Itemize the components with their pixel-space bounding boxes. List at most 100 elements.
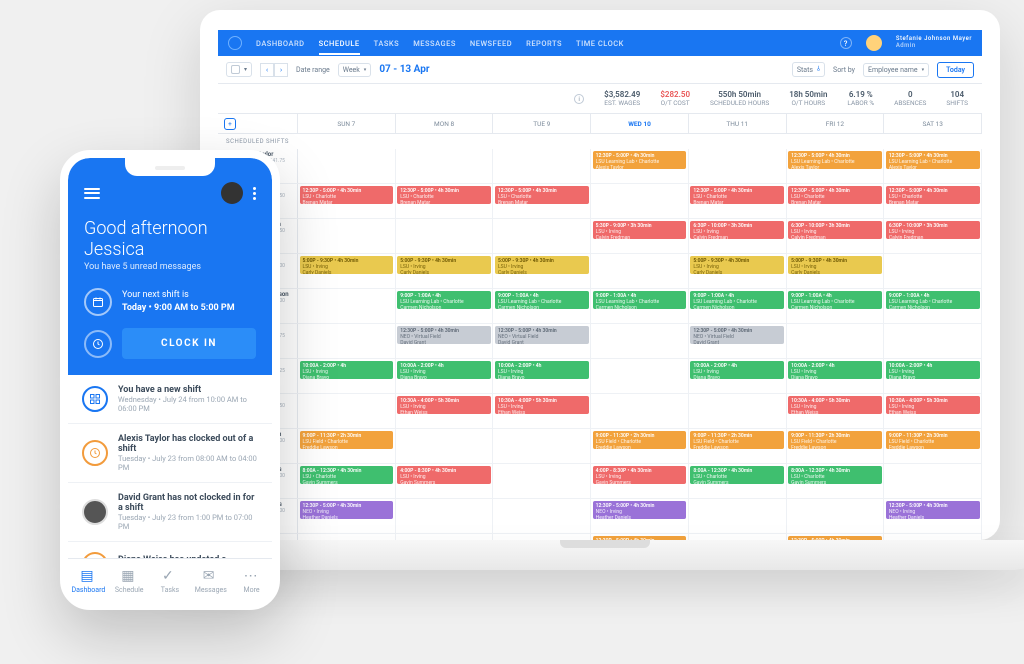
shift-block[interactable]: 10:00A - 2:00P • 4hLSU • IrvingDiana Bra…	[397, 361, 491, 379]
schedule-cell[interactable]	[591, 394, 689, 428]
schedule-cell[interactable]	[591, 254, 689, 288]
shift-block[interactable]: 12:30P - 5:00P • 4h 30minNEO • IrvingHea…	[886, 501, 980, 519]
shift-block[interactable]: 5:00P - 9:30P • 4h 30minLSU • IrvingCarl…	[495, 256, 589, 274]
add-employee-button[interactable]: +	[224, 118, 236, 130]
shift-block[interactable]: 10:30A - 4:00P • 5h 30minLSU • IrvingEth…	[495, 396, 589, 414]
schedule-cell[interactable]	[689, 394, 787, 428]
schedule-cell[interactable]: 10:30A - 4:00P • 5h 30minLSU • IrvingEth…	[493, 394, 591, 428]
schedule-cell[interactable]: 6:30P - 10:00P • 3h 30minLSU • IrvingCal…	[884, 219, 982, 253]
schedule-cell[interactable]: 12:30P - 5:00P • 4h 30minNEO • IrvingHea…	[298, 499, 396, 533]
shift-block[interactable]: 8:00A - 12:30P • 4h 30minLSU • Charlotte…	[300, 466, 394, 484]
range-select[interactable]: Week▾	[338, 63, 372, 77]
schedule-cell[interactable]: 12:30P - 5:00P • 4h 30minLSU Learning La…	[591, 149, 689, 183]
schedule-cell[interactable]: 9:00P - 1:00A • 4hLSU Learning Lab • Cha…	[884, 289, 982, 323]
schedule-cell[interactable]: 5:00P - 9:30P • 4h 30minLSU • IrvingCarl…	[689, 254, 787, 288]
schedule-cell[interactable]	[298, 394, 396, 428]
nav-tasks[interactable]: TASKS	[374, 39, 400, 48]
schedule-cell[interactable]	[884, 324, 982, 358]
schedule-cell[interactable]: 10:30A - 4:00P • 5h 30minLSU • IrvingEth…	[396, 394, 494, 428]
shift-block[interactable]: 9:00P - 1:00A • 4hLSU Learning Lab • Cha…	[593, 291, 687, 309]
shift-block[interactable]: 9:00P - 1:00A • 4hLSU Learning Lab • Cha…	[495, 291, 589, 309]
schedule-cell[interactable]	[591, 324, 689, 358]
shift-block[interactable]: 6:30P - 10:00P • 3h 30minLSU • IrvingCal…	[788, 221, 882, 239]
shift-block[interactable]: 10:00A - 2:00P • 4hLSU • IrvingDiana Bra…	[300, 361, 394, 379]
shift-block[interactable]: 12:30P - 5:00P • 4h 30minLSU • Charlotte…	[397, 186, 491, 204]
shift-block[interactable]: 9:00P - 11:30P • 2h 30minLSU Field • Cha…	[300, 431, 394, 449]
day-header[interactable]: MON 8	[396, 114, 494, 133]
menu-icon[interactable]	[84, 188, 100, 199]
shift-block[interactable]: 10:00A - 2:00P • 4hLSU • IrvingDiana Bra…	[690, 361, 784, 379]
tab-tasks[interactable]: ✓Tasks	[150, 559, 191, 602]
schedule-cell[interactable]: 12:30P - 5:00P • 4h 30minLSU • Charlotte…	[298, 184, 396, 218]
schedule-cell[interactable]: 10:00A - 2:00P • 4hLSU • IrvingDiana Bra…	[689, 359, 787, 393]
select-all-checkbox[interactable]: ▾	[226, 62, 252, 77]
schedule-cell[interactable]	[787, 324, 885, 358]
schedule-cell[interactable]: 6:30P - 10:00P • 3h 30minLSU • IrvingCal…	[689, 219, 787, 253]
tab-messages[interactable]: ✉Messages	[190, 559, 231, 602]
shift-block[interactable]: 12:30P - 5:00P • 4h 30minLSU • Charlotte…	[300, 186, 394, 204]
schedule-cell[interactable]: 10:00A - 2:00P • 4hLSU • IrvingDiana Bra…	[298, 359, 396, 393]
schedule-cell[interactable]: 12:30P - 5:00P • 4h 30minNEO • IrvingHea…	[884, 499, 982, 533]
schedule-cell[interactable]: 9:00P - 1:00A • 4hLSU Learning Lab • Cha…	[787, 289, 885, 323]
schedule-cell[interactable]: 12:30P - 5:00P • 4h 30minNEO • Virtual F…	[493, 324, 591, 358]
schedule-cell[interactable]: 5:00P - 9:30P • 4h 30minLSU • IrvingCarl…	[787, 254, 885, 288]
tab-dashboard[interactable]: ▤Dashboard	[68, 559, 109, 602]
schedule-cell[interactable]	[396, 149, 494, 183]
schedule-cell[interactable]	[689, 149, 787, 183]
shift-block[interactable]: 12:30P - 5:00P • 4h 30minLSU • Charlotte…	[788, 186, 882, 204]
nav-reports[interactable]: REPORTS	[526, 39, 562, 48]
user-avatar[interactable]	[866, 35, 882, 51]
day-header[interactable]: TUE 9	[493, 114, 591, 133]
shift-block[interactable]: 5:00P - 9:30P • 4h 30minLSU • IrvingCarl…	[788, 256, 882, 274]
profile-avatar[interactable]	[221, 182, 243, 204]
schedule-cell[interactable]: 9:00P - 1:00A • 4hLSU Learning Lab • Cha…	[689, 289, 787, 323]
schedule-cell[interactable]: 12:30P - 5:00P • 4h 30minLSU • Charlotte…	[493, 184, 591, 218]
shift-block[interactable]: 9:00P - 1:00A • 4hLSU Learning Lab • Cha…	[788, 291, 882, 309]
shift-block[interactable]: 12:30P - 5:00P • 4h 30minNEO • IrvingHea…	[593, 501, 687, 519]
schedule-cell[interactable]: 9:00P - 11:30P • 2h 30minLSU Field • Cha…	[787, 429, 885, 463]
schedule-cell[interactable]	[396, 219, 494, 253]
schedule-cell[interactable]	[493, 464, 591, 498]
schedule-cell[interactable]	[396, 499, 494, 533]
prev-range-button[interactable]: ‹	[260, 63, 274, 77]
shift-block[interactable]: 12:30P - 5:00P • 4h 30minNEO • Virtual F…	[397, 326, 491, 344]
schedule-cell[interactable]	[298, 149, 396, 183]
shift-block[interactable]: 5:00P - 9:30P • 4h 30minLSU • IrvingCarl…	[300, 256, 394, 274]
shift-block[interactable]: 6:30P - 10:00P • 3h 30minLSU • IrvingCal…	[690, 221, 784, 239]
schedule-cell[interactable]: 9:00P - 1:00A • 4hLSU Learning Lab • Cha…	[591, 289, 689, 323]
schedule-cell[interactable]: 4:00P - 8:30P • 4h 30minLSU • IrvingGavi…	[591, 464, 689, 498]
schedule-cell[interactable]: 9:00P - 11:30P • 2h 30minLSU Field • Cha…	[884, 429, 982, 463]
more-icon[interactable]	[253, 187, 256, 200]
shift-block[interactable]: 12:30P - 5:00P • 4h 30minNEO • IrvingHea…	[300, 501, 394, 519]
feed-item[interactable]: Diana Weiss has updated a timesheet	[68, 542, 272, 558]
shift-block[interactable]: 9:00P - 1:00A • 4hLSU Learning Lab • Cha…	[886, 291, 980, 309]
shift-block[interactable]: 8:00A - 12:30P • 4h 30minLSU • Charlotte…	[788, 466, 882, 484]
nav-time-clock[interactable]: TIME CLOCK	[576, 39, 624, 48]
shift-block[interactable]: 12:30P - 5:00P • 4h 30minLSU Learning La…	[886, 151, 980, 169]
schedule-cell[interactable]: 9:00P - 11:30P • 2h 30minLSU Field • Cha…	[591, 429, 689, 463]
schedule-cell[interactable]	[298, 289, 396, 323]
schedule-cell[interactable]	[884, 254, 982, 288]
schedule-cell[interactable]: 12:30P - 5:00P • 4h 30minNEO • Virtual F…	[396, 324, 494, 358]
shift-block[interactable]: 9:00P - 1:00A • 4hLSU Learning Lab • Cha…	[690, 291, 784, 309]
day-header[interactable]: THU 11	[689, 114, 787, 133]
schedule-cell[interactable]: 8:00A - 12:30P • 4h 30minLSU • Charlotte…	[298, 464, 396, 498]
nav-messages[interactable]: MESSAGES	[413, 39, 456, 48]
shift-block[interactable]: 4:00P - 8:30P • 4h 30minLSU • IrvingGavi…	[397, 466, 491, 484]
schedule-cell[interactable]: 10:00A - 2:00P • 4hLSU • IrvingDiana Bra…	[884, 359, 982, 393]
shift-block[interactable]: 9:00P - 11:30P • 2h 30minLSU Field • Cha…	[593, 431, 687, 449]
shift-block[interactable]: 10:30A - 4:00P • 5h 30minLSU • IrvingEth…	[886, 396, 980, 414]
schedule-cell[interactable]	[396, 429, 494, 463]
tab-more[interactable]: ⋯More	[231, 559, 272, 602]
day-header[interactable]: WED 10	[591, 114, 689, 133]
nav-dashboard[interactable]: DASHBOARD	[256, 39, 305, 48]
schedule-cell[interactable]: 10:30A - 4:00P • 5h 30minLSU • IrvingEth…	[787, 394, 885, 428]
nav-newsfeed[interactable]: NEWSFEED	[470, 39, 512, 48]
shift-block[interactable]: 12:30P - 5:00P • 4h 30minLSU Learning La…	[593, 151, 687, 169]
clock-in-button[interactable]: CLOCK IN	[122, 328, 256, 359]
feed-item[interactable]: Alexis Taylor has clocked out of a shift…	[68, 424, 272, 483]
help-icon[interactable]: ?	[840, 37, 852, 49]
stats-info-icon[interactable]: i	[574, 94, 584, 104]
next-range-button[interactable]: ›	[274, 63, 288, 77]
user-menu[interactable]: Stefanie Johnson Mayer Admin	[896, 36, 972, 49]
